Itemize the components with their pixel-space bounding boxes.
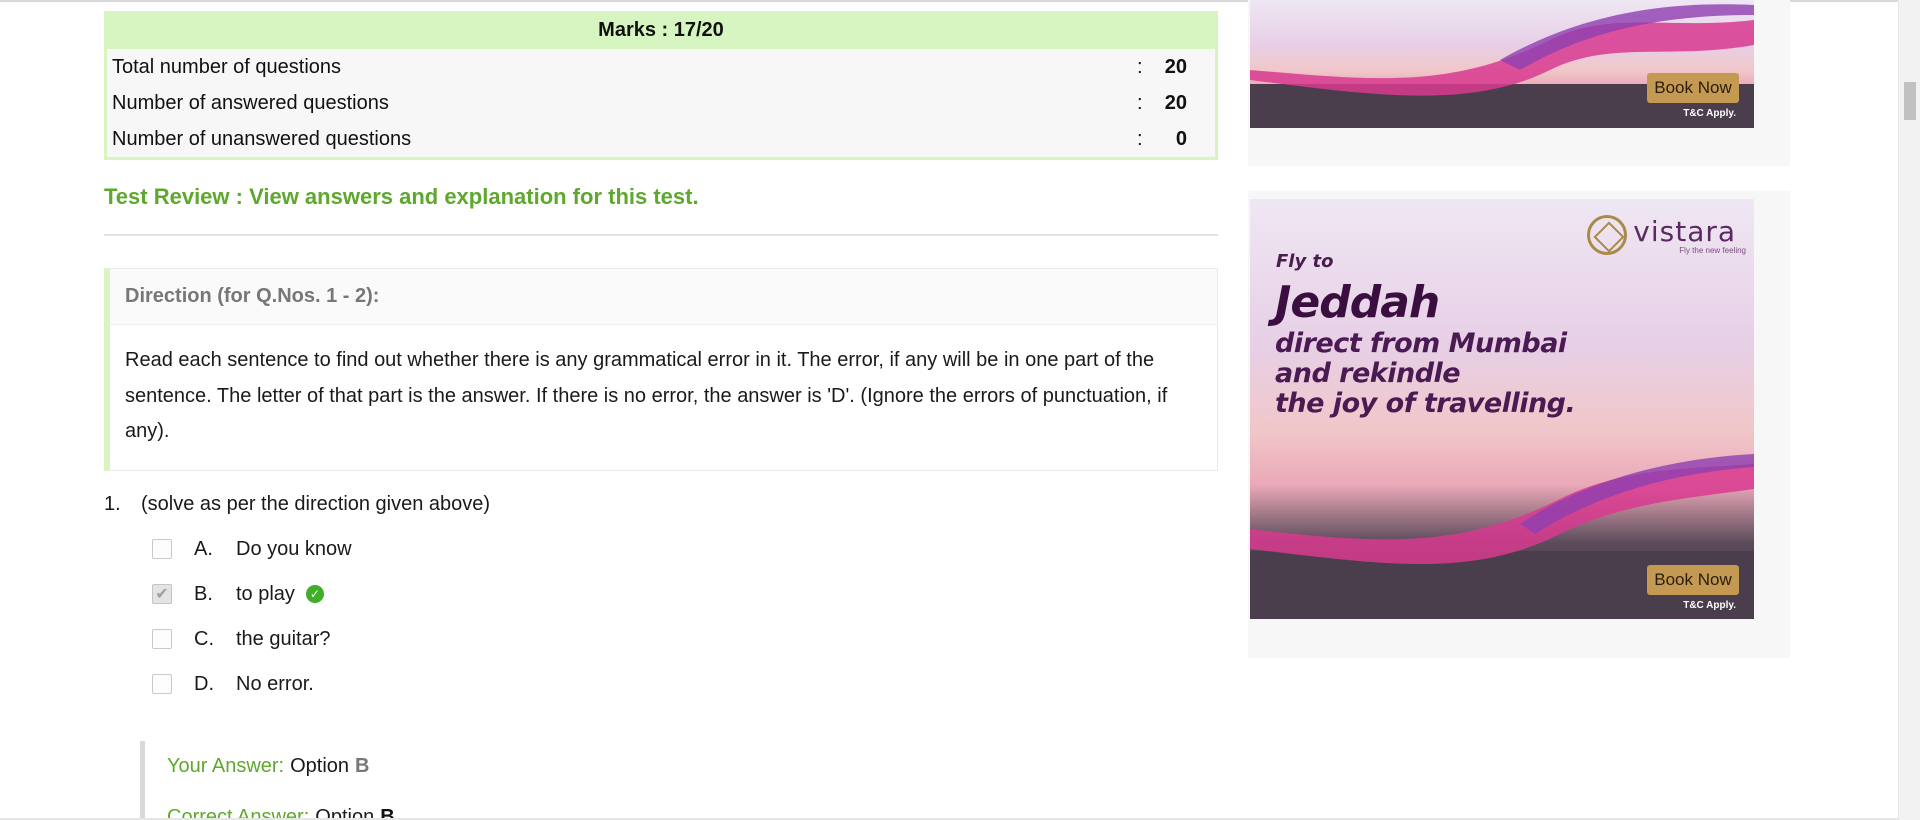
ad-city: Jeddah	[1275, 277, 1440, 328]
question-text: (solve as per the direction given above)	[141, 492, 491, 515]
tagline-line-2: and rekindle	[1275, 358, 1461, 389]
row-label: Number of unanswered questions	[112, 127, 412, 150]
direction-title: Direction (for Q.Nos. 1 - 2):	[110, 269, 1217, 325]
options-list: A. Do you know ✔ B. to play ✓ C. the gui…	[152, 527, 1218, 707]
row-value: 20	[1164, 91, 1187, 114]
answer-box: Your Answer: Option B Correct Answer: Op…	[140, 740, 1218, 820]
row-colon: :	[1137, 127, 1143, 150]
question-number: 1.	[104, 492, 121, 515]
checkbox-icon[interactable]	[152, 674, 172, 694]
vistara-logo-icon	[1587, 215, 1628, 255]
ad-tagline: direct from Mumbai and rekindle the joy …	[1275, 328, 1576, 419]
option-text: the guitar?	[236, 627, 331, 650]
option-letter: A.	[194, 537, 213, 560]
option-text: to play	[236, 582, 295, 605]
your-answer: Your Answer: Option B	[167, 741, 1218, 792]
question-1: 1. (solve as per the direction given abo…	[104, 493, 1218, 516]
your-answer-value: B	[355, 754, 370, 777]
divider	[104, 234, 1218, 236]
row-value: 0	[1175, 127, 1187, 150]
vistara-ad-banner-top[interactable]: Book Now T&C Apply.	[1250, 0, 1754, 128]
option-letter: C.	[194, 627, 214, 650]
check-circle-icon: ✓	[305, 585, 324, 603]
book-now-button[interactable]: Book Now	[1647, 73, 1739, 103]
correct-answer: Correct Answer: Option B	[167, 792, 1218, 820]
option-text: Do you know	[236, 537, 352, 560]
row-label: Number of answered questions	[112, 91, 389, 114]
option-d[interactable]: D. No error.	[152, 662, 1218, 707]
row-colon: :	[1137, 91, 1143, 114]
option-b[interactable]: ✔ B. to play ✓	[152, 572, 1218, 617]
row-colon: :	[1137, 55, 1143, 78]
checkbox-icon[interactable]	[152, 629, 172, 649]
tc-text: T&C Apply.	[1683, 108, 1736, 119]
your-answer-prefix: Option	[290, 754, 350, 777]
unanswered-questions-row: Number of unanswered questions : 0	[107, 121, 1215, 157]
total-questions-row: Total number of questions : 20	[107, 49, 1215, 85]
vistara-logo: vistara Fly the new feeling	[1587, 215, 1746, 255]
option-letter: B.	[194, 582, 213, 605]
vistara-ad-banner[interactable]: vistara Fly the new feeling Fly to Jedda…	[1250, 199, 1754, 619]
sidebar-ad-panel-top: Book Now T&C Apply.	[1248, 0, 1790, 166]
answered-questions-row: Number of answered questions : 20	[107, 85, 1215, 121]
checkbox-icon[interactable]	[152, 539, 172, 559]
test-review-link[interactable]: Test Review : View answers and explanati…	[104, 184, 1218, 210]
brand-name: vistara	[1633, 215, 1737, 248]
ribbon-graphic	[1250, 4, 1754, 128]
tagline-line-1: direct from Mumbai	[1275, 328, 1567, 359]
sidebar-ad-panel-bottom: vistara Fly the new feeling Fly to Jedda…	[1248, 191, 1790, 658]
your-answer-label: Your Answer:	[167, 754, 285, 777]
option-c[interactable]: C. the guitar?	[152, 617, 1218, 662]
direction-box: Direction (for Q.Nos. 1 - 2): Read each …	[104, 268, 1218, 471]
book-now-button[interactable]: Book Now	[1647, 565, 1739, 595]
option-a[interactable]: A. Do you know	[152, 527, 1218, 572]
row-value: 20	[1164, 55, 1187, 78]
scrollbar-thumb[interactable]	[1904, 82, 1916, 120]
option-letter: D.	[194, 672, 214, 695]
marks-summary-table: Marks : 17/20 Total number of questions …	[104, 11, 1218, 160]
tc-text: T&C Apply.	[1683, 600, 1736, 611]
row-label: Total number of questions	[112, 55, 342, 78]
checkbox-checked-icon[interactable]: ✔	[152, 584, 172, 604]
page-scrollbar[interactable]	[1898, 0, 1920, 820]
ad-fly-to: Fly to	[1276, 251, 1334, 272]
brand-subtitle: Fly the new feeling	[1679, 246, 1746, 255]
option-text: No error.	[236, 672, 314, 695]
direction-text: Read each sentence to find out whether t…	[125, 349, 1168, 442]
marks-title: Marks : 17/20	[107, 11, 1215, 49]
main-content: Marks : 17/20 Total number of questions …	[104, 11, 1218, 820]
tagline-line-3: the joy of travelling.	[1275, 388, 1576, 419]
